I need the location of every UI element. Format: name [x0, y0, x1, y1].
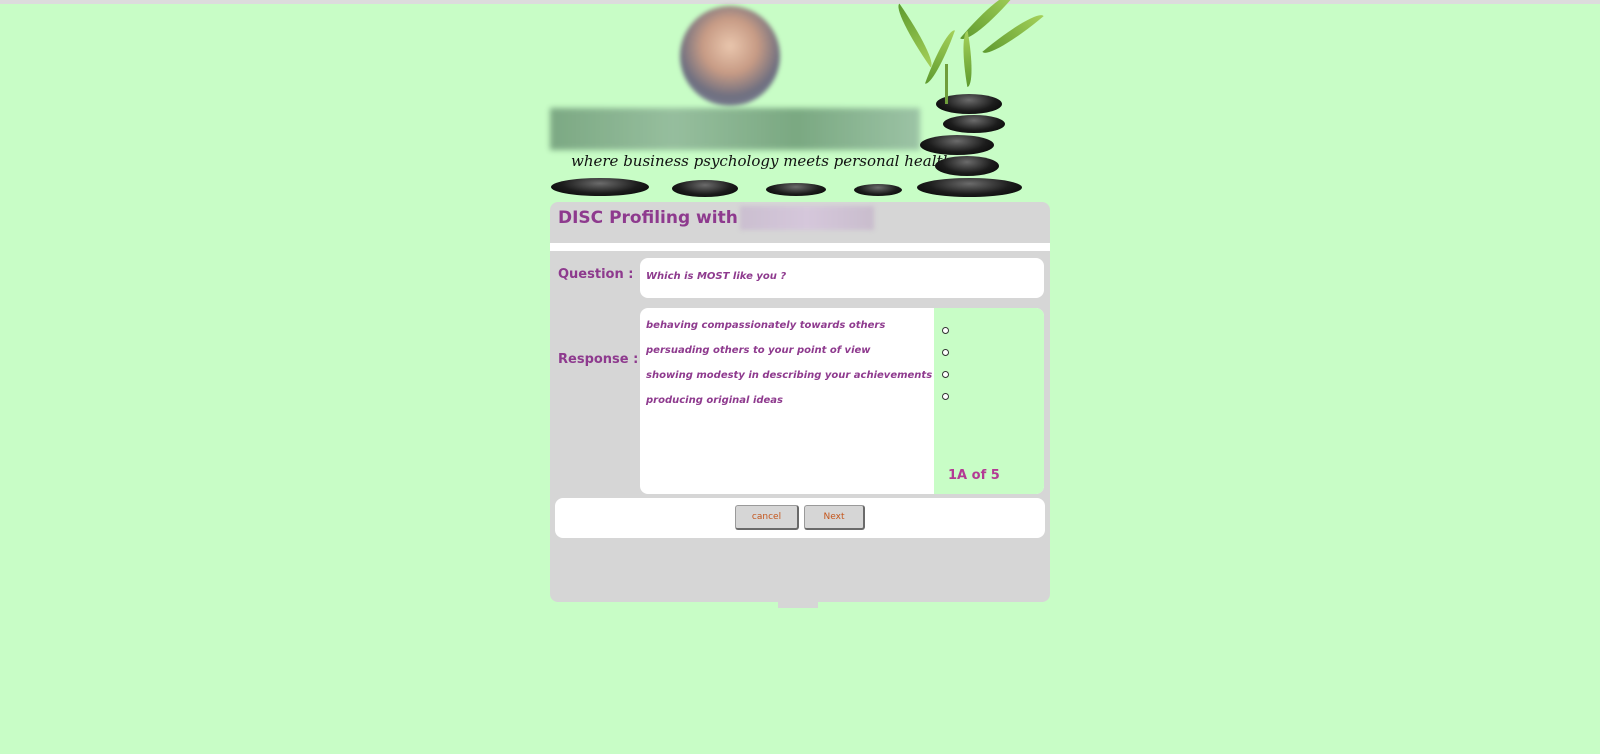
page-title: DISC Profiling with: [558, 206, 874, 230]
bamboo-leaf-decoration: [957, 31, 978, 87]
page-title-text: DISC Profiling with: [558, 208, 738, 228]
divider: [550, 243, 1050, 251]
question-text: Which is MOST like you ?: [646, 271, 787, 282]
stone-decoration: [917, 178, 1022, 197]
progress-indicator: 1A of 5: [948, 468, 1000, 483]
site-name-banner: [550, 108, 920, 150]
stone-decoration: [920, 135, 994, 155]
response-option: producing original ideas: [646, 395, 784, 406]
response-label: Response :: [558, 352, 639, 367]
radio-icon[interactable]: [942, 349, 949, 356]
panel-tab-stub: [778, 602, 818, 608]
site-header: where business psychology meets personal…: [550, 0, 1050, 200]
radio-icon[interactable]: [942, 327, 949, 334]
response-option: behaving compassionately towards others: [646, 320, 886, 331]
redacted-name: [739, 206, 874, 230]
bamboo-leaf-decoration: [890, 3, 940, 68]
site-tagline: where business psychology meets personal…: [571, 152, 953, 170]
radio-icon[interactable]: [942, 371, 949, 378]
stone-decoration: [551, 178, 649, 196]
response-options: behaving compassionately towards others …: [646, 318, 936, 418]
avatar: [680, 6, 780, 106]
response-radio-column: 1A of 5: [934, 308, 1044, 494]
question-label: Question :: [558, 267, 634, 282]
next-button[interactable]: Next: [804, 505, 865, 530]
stone-decoration: [935, 156, 999, 176]
stone-decoration: [672, 180, 738, 197]
response-option: showing modesty in describing your achie…: [646, 370, 933, 381]
response-box: behaving compassionately towards others …: [640, 308, 1044, 494]
button-bar: cancel Next: [555, 498, 1045, 538]
disc-profile-panel: DISC Profiling with Question : Which is …: [550, 202, 1050, 608]
stone-decoration: [943, 115, 1005, 133]
stone-decoration: [766, 183, 826, 196]
response-option: persuading others to your point of view: [646, 345, 871, 356]
cancel-button[interactable]: cancel: [735, 505, 799, 530]
bamboo-stem-decoration: [945, 64, 948, 104]
stone-decoration: [854, 184, 902, 196]
radio-icon[interactable]: [942, 393, 949, 400]
question-box: Which is MOST like you ?: [640, 258, 1044, 298]
